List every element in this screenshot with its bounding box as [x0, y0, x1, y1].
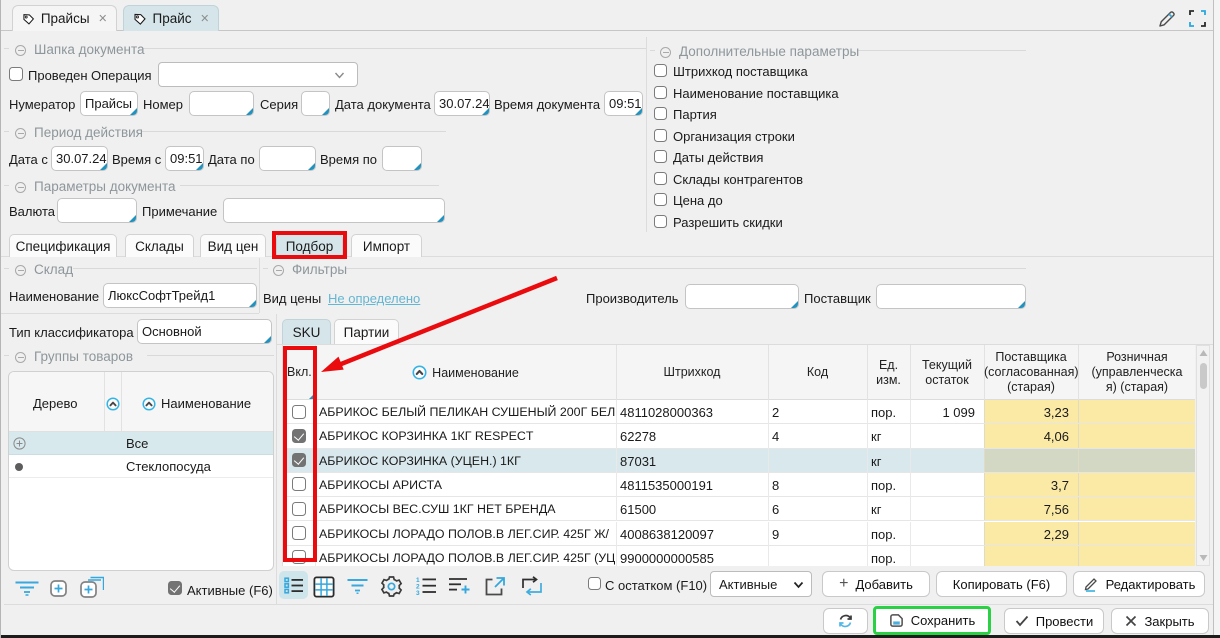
- svg-text:3: 3: [416, 590, 420, 595]
